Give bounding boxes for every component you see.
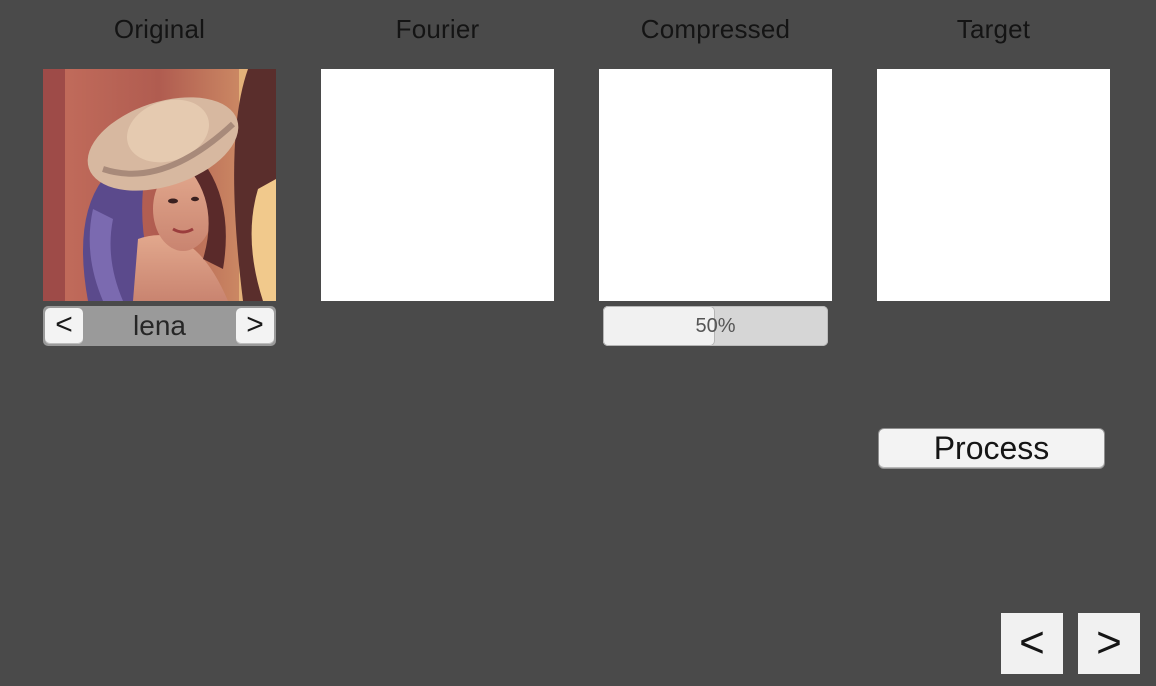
- fourier-title: Fourier: [395, 14, 480, 44]
- compression-percent-label: 50%: [695, 315, 736, 337]
- original-title: Original: [113, 14, 206, 44]
- previous-image-button[interactable]: <: [45, 308, 83, 344]
- target-image: [877, 69, 1110, 301]
- compression-slider[interactable]: 50%: [603, 306, 828, 346]
- next-page-button[interactable]: >: [1078, 613, 1140, 674]
- image-selector: < lena >: [43, 306, 276, 346]
- compressed-image: [599, 69, 832, 301]
- image-name-label: lena: [133, 310, 186, 341]
- fourier-image: [321, 69, 554, 301]
- process-button[interactable]: Process: [879, 429, 1104, 468]
- next-image-button[interactable]: >: [236, 308, 274, 344]
- compressed-title: Compressed: [640, 14, 791, 44]
- previous-page-button[interactable]: <: [1001, 613, 1063, 674]
- target-title: Target: [956, 14, 1031, 44]
- original-image: [43, 69, 276, 301]
